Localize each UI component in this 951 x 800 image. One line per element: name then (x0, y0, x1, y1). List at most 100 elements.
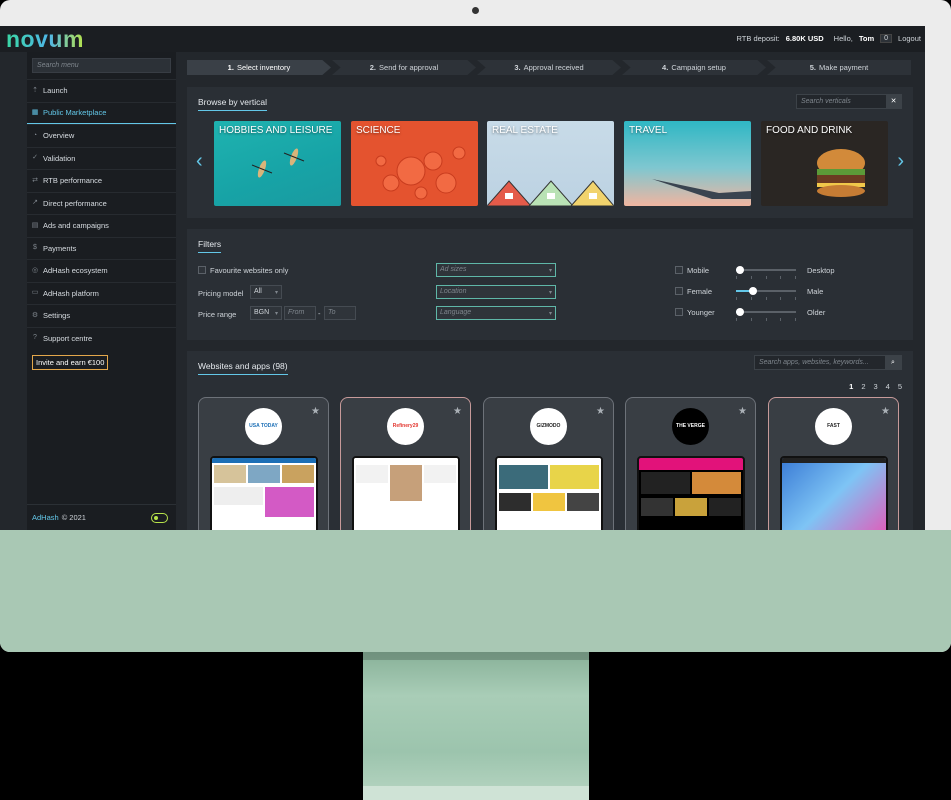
notification-badge[interactable]: 0 (880, 34, 893, 43)
rtb-icon: ⇄ (32, 176, 38, 184)
wizard-step-3[interactable]: 3. Approval received (477, 60, 621, 75)
page-link[interactable]: 4 (886, 382, 890, 391)
chevron-right-icon[interactable]: › (897, 151, 904, 171)
page-link[interactable]: 3 (873, 382, 877, 391)
page-link[interactable]: 5 (898, 382, 902, 391)
invite-button[interactable]: Invite and earn €100 (32, 355, 109, 370)
vertical-tile-food[interactable]: FOOD AND DRINK (761, 121, 888, 206)
currency-select[interactable]: BGN ▾ (250, 306, 282, 320)
pricing-model-select[interactable]: All ▾ (250, 285, 282, 299)
price-from-input[interactable]: From (284, 306, 316, 320)
verticals-panel: Browse by vertical Search verticals ✕ ‹ … (187, 87, 913, 218)
search-icon[interactable]: ⌕ (885, 356, 901, 369)
device-right-label: Desktop (807, 266, 835, 275)
page-link[interactable]: 2 (861, 382, 865, 391)
sidebar-item-payments[interactable]: $ Payments (27, 236, 176, 260)
vertical-tile-science[interactable]: SCIENCE (351, 121, 478, 206)
deposit-label: RTB deposit: (736, 34, 780, 43)
vertical-tile-hobbies[interactable]: HOBBIES AND LEISURE (214, 121, 341, 206)
site-preview (780, 456, 888, 530)
sidebar-item-validation[interactable]: ✓ Validation (27, 146, 176, 170)
currency-value: BGN (254, 309, 270, 316)
sidebar-item-overview[interactable]: ◔ Overview (27, 124, 176, 147)
range-dash: - (318, 309, 321, 318)
theme-toggle[interactable] (151, 513, 168, 523)
camera-icon (472, 7, 479, 14)
platform-icon: ▭ (31, 289, 39, 297)
location-select[interactable]: Location ▾ (436, 285, 556, 299)
site-card-usatoday[interactable]: USA TODAY ★ (198, 397, 329, 530)
chevron-down-icon: ▾ (548, 268, 552, 274)
vertical-tile-travel[interactable]: TRAVEL (624, 121, 751, 206)
age-slider[interactable] (736, 308, 796, 316)
wizard-step-1[interactable]: 1. Select inventory (187, 60, 331, 75)
gender-slider[interactable] (736, 287, 796, 295)
sidebar-item-adhash-ecosystem[interactable]: ◎ AdHash ecosystem (27, 259, 176, 282)
sidebar-item-ads-and-campaigns[interactable]: ▤ Ads and campaigns (27, 214, 176, 237)
search-verticals-input[interactable]: Search verticals ✕ (796, 94, 902, 109)
sidebar-item-direct-performance[interactable]: ↗ Direct performance (27, 191, 176, 215)
step-number: 3. (514, 63, 521, 72)
footer-brand[interactable]: AdHash (32, 513, 59, 522)
star-icon[interactable]: ★ (738, 406, 747, 417)
site-logo: Refinery29 (387, 408, 424, 445)
sidebar-item-adhash-platform[interactable]: ▭ AdHash platform (27, 281, 176, 305)
price-range-label: Price range (198, 310, 237, 319)
wizard-step-5[interactable]: 5. Make payment (767, 60, 911, 75)
site-card-refinery29[interactable]: Refinery29 ★ (340, 397, 471, 530)
location-placeholder: Location (440, 288, 467, 295)
step-number: 5. (809, 63, 817, 72)
slider-knob[interactable] (749, 287, 757, 295)
site-card-fastcompany[interactable]: FAST COMPANY ★ (768, 397, 899, 530)
search-sites-input[interactable]: Search apps, websites, keywords... ⌕ (754, 355, 902, 370)
star-icon[interactable]: ★ (596, 406, 605, 417)
slider-ticks (736, 276, 796, 279)
device-slider[interactable] (736, 266, 796, 274)
sidebar-item-label: Validation (43, 153, 76, 163)
sidebar-item-settings[interactable]: ⚙ Settings (27, 304, 176, 327)
site-card-theverge[interactable]: THE VERGE ★ (625, 397, 756, 530)
monitor-chin (0, 530, 951, 652)
price-to-input[interactable]: To (324, 306, 356, 320)
star-icon[interactable]: ★ (311, 406, 320, 417)
favourite-label: Favourite websites only (210, 266, 289, 275)
ads-icon: ▤ (31, 221, 39, 229)
pricing-model-label: Pricing model (198, 289, 244, 298)
sidebar-item-launch[interactable]: ⇡ Launch (27, 79, 176, 102)
step-label: Campaign setup (671, 63, 726, 72)
sidebar-item-support-centre[interactable]: ? Support centre (27, 326, 176, 350)
favourite-checkbox[interactable] (198, 266, 206, 274)
ad-sizes-select[interactable]: Ad sizes ▾ (436, 263, 556, 277)
vertical-tile-realestate[interactable]: REAL ESTATE (487, 121, 614, 206)
language-select[interactable]: Language ▾ (436, 306, 556, 320)
age-checkbox[interactable] (675, 308, 683, 316)
chevron-down-icon: ▾ (548, 290, 552, 296)
age-right-label: Older (807, 308, 826, 317)
site-card-gizmodo[interactable]: GIZMODO ★ (483, 397, 614, 530)
chevron-left-icon[interactable]: ‹ (196, 151, 203, 171)
greeting: Hello, (833, 34, 853, 43)
sidebar-item-rtb-performance[interactable]: ⇄ RTB performance (27, 169, 176, 192)
search-menu-input[interactable]: Search menu (32, 58, 171, 73)
wizard-step-4[interactable]: 4. Campaign setup (622, 60, 766, 75)
search-verticals-placeholder: Search verticals (801, 98, 851, 105)
sidebar-item-label: Direct performance (43, 198, 107, 208)
user-name[interactable]: Tom (859, 34, 874, 43)
slider-knob[interactable] (736, 308, 744, 316)
site-logo: THE VERGE (672, 408, 709, 445)
sidebar-item-public-marketplace[interactable]: ▦ Public Marketplace (27, 101, 176, 124)
device-checkbox[interactable] (675, 266, 683, 274)
imac-mockup: novum RTB deposit: 6.80K USD Hello, Tom … (0, 0, 951, 800)
site-logo: USA TODAY (245, 408, 282, 445)
star-icon[interactable]: ★ (881, 406, 890, 417)
gender-checkbox[interactable] (675, 287, 683, 295)
clear-icon[interactable]: ✕ (886, 95, 901, 108)
wizard-step-2[interactable]: 2. Send for approval (332, 60, 476, 75)
novum-logo[interactable]: novum (6, 27, 84, 51)
star-icon[interactable]: ★ (453, 406, 462, 417)
app-screen: novum RTB deposit: 6.80K USD Hello, Tom … (0, 26, 925, 530)
page-link[interactable]: 1 (849, 382, 853, 391)
step-number: 1. (227, 63, 234, 72)
slider-knob[interactable] (736, 266, 744, 274)
logout-link[interactable]: Logout (898, 34, 921, 43)
